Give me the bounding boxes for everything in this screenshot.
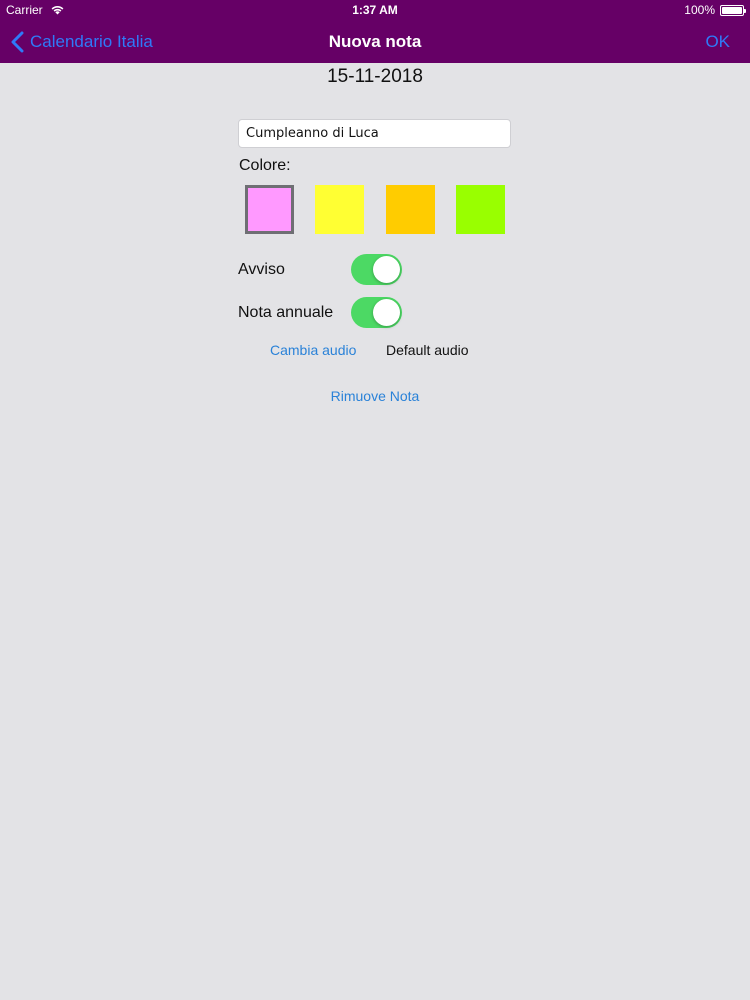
note-text-field[interactable] <box>238 119 511 148</box>
change-audio-button[interactable]: Cambia audio <box>270 342 356 358</box>
status-time: 1:37 AM <box>352 3 398 17</box>
status-bar: Carrier 1:37 AM 100% <box>0 0 750 20</box>
battery-icon <box>720 5 746 16</box>
nota-annuale-toggle[interactable] <box>351 297 402 328</box>
back-button-label: Calendario Italia <box>30 32 153 51</box>
back-button[interactable]: Calendario Italia <box>10 30 153 54</box>
color-label: Colore: <box>239 157 291 174</box>
note-date: 15-11-2018 <box>327 66 423 87</box>
color-swatch-pink[interactable] <box>245 185 294 234</box>
current-audio-label: Default audio <box>386 342 469 358</box>
toggle-knob <box>373 299 400 326</box>
color-swatch-green[interactable] <box>456 185 505 234</box>
avviso-label: Avviso <box>238 261 285 278</box>
remove-note-button[interactable]: Rimuove Nota <box>0 388 750 404</box>
color-swatch-yellow[interactable] <box>315 185 364 234</box>
color-swatch-orange[interactable] <box>386 185 435 234</box>
avviso-toggle[interactable] <box>351 254 402 285</box>
nota-annuale-label: Nota annuale <box>238 304 334 321</box>
battery-fill <box>722 7 742 14</box>
battery-percentage: 100% <box>684 3 715 17</box>
ok-button[interactable]: OK <box>705 32 730 52</box>
navigation-bar: Calendario Italia Nuova nota OK <box>0 20 750 63</box>
chevron-left-icon <box>11 31 24 53</box>
toggle-knob <box>373 256 400 283</box>
